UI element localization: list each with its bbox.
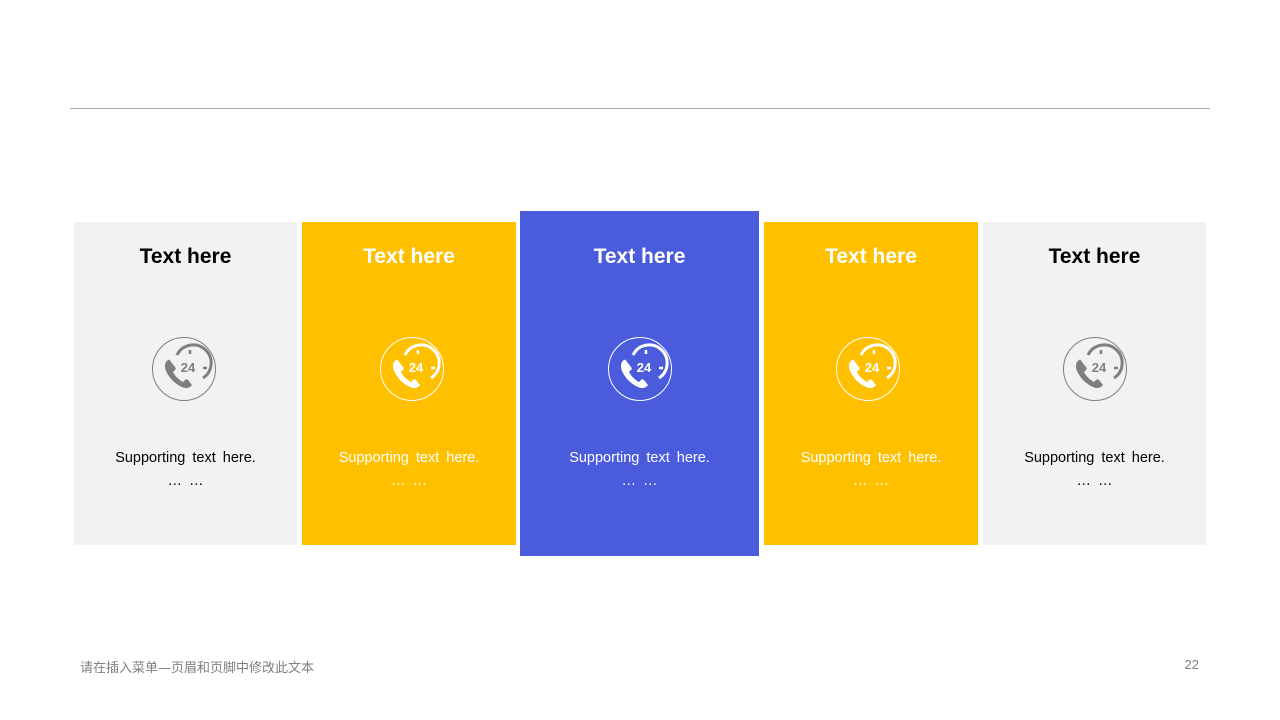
- svg-text:24: 24: [409, 360, 424, 375]
- card-5: Text here 24 Supporting text here. … …: [983, 222, 1206, 545]
- card-title: Text here: [1048, 245, 1141, 268]
- page-number: 22: [1184, 657, 1199, 672]
- phone-24-hours-icon: 24: [1063, 337, 1127, 401]
- card-4: Text here 24 Supporting text here. … …: [764, 222, 978, 545]
- card-supporting-text: Supporting text here. … …: [800, 450, 942, 489]
- phone-24-hours-icon: 24: [380, 337, 444, 401]
- phone-24-hours-icon-graphic: 24: [164, 343, 213, 389]
- card-supporting-text: Supporting text here. … …: [115, 450, 256, 489]
- card-title: Text here: [593, 245, 686, 268]
- phone-24-hours-icon-graphic: 24: [620, 343, 669, 389]
- svg-text:24: 24: [637, 360, 652, 375]
- card-supporting-text: Supporting text here. … …: [338, 450, 480, 489]
- svg-text:24: 24: [181, 360, 196, 375]
- card-1: Text here 24 Supporting text here. … …: [74, 222, 297, 545]
- card-3-highlighted: Text here 24 Supporting text here. … …: [520, 211, 759, 556]
- card-supporting-text: Supporting text here. … …: [569, 450, 710, 489]
- svg-text:24: 24: [1092, 360, 1107, 375]
- phone-24-hours-icon: 24: [152, 337, 216, 401]
- card-2: Text here 24 Supporting text here. … …: [302, 222, 516, 545]
- phone-24-hours-icon-graphic: 24: [1075, 343, 1124, 389]
- slide: Text here 24 Supporting text here. … … T…: [0, 0, 1280, 720]
- footer-text: 请在插入菜单—页眉和页脚中修改此文本: [80, 661, 315, 676]
- top-divider: [70, 108, 1210, 109]
- phone-24-hours-icon: 24: [608, 337, 672, 401]
- phone-24-hours-icon-graphic: 24: [848, 343, 897, 389]
- card-supporting-text: Supporting text here. … …: [1024, 450, 1165, 489]
- phone-24-hours-icon: 24: [836, 337, 900, 401]
- card-title: Text here: [139, 245, 232, 268]
- card-title: Text here: [825, 245, 917, 268]
- svg-text:24: 24: [865, 360, 880, 375]
- phone-24-hours-icon-graphic: 24: [392, 343, 441, 389]
- card-title: Text here: [363, 245, 455, 268]
